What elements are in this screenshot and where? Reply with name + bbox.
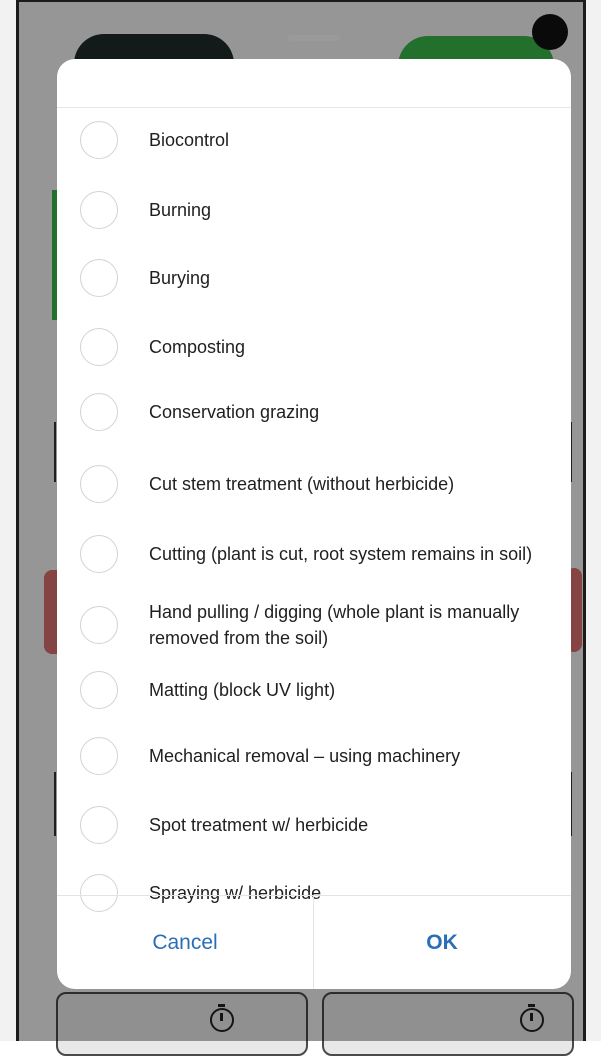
option-item-composting[interactable]: Composting bbox=[57, 319, 571, 375]
option-item-conservation-grazing[interactable]: Conservation grazing bbox=[57, 384, 571, 440]
radio-button[interactable] bbox=[80, 465, 118, 503]
app-screen: Biocontrol Burning Burying Composting Co… bbox=[0, 0, 601, 1056]
option-item-hand-pulling[interactable]: Hand pulling / digging (whole plant is m… bbox=[57, 597, 571, 653]
right-frame-edge bbox=[583, 0, 586, 1041]
option-item-cut-stem-treatment[interactable]: Cut stem treatment (without herbicide) bbox=[57, 456, 571, 512]
option-item-spot-treatment[interactable]: Spot treatment w/ herbicide bbox=[57, 797, 571, 853]
option-label: Hand pulling / digging (whole plant is m… bbox=[149, 602, 520, 648]
option-item-cutting[interactable]: Cutting (plant is cut, root system remai… bbox=[57, 526, 571, 582]
radio-button[interactable] bbox=[80, 259, 118, 297]
option-label: Burning bbox=[149, 200, 212, 220]
option-label: Biocontrol bbox=[149, 130, 230, 150]
option-item-burying[interactable]: Burying bbox=[57, 250, 571, 306]
option-label: Composting bbox=[149, 337, 246, 357]
radio-button[interactable] bbox=[80, 535, 118, 573]
ok-button[interactable]: OK bbox=[314, 896, 570, 989]
option-item-burning[interactable]: Burning bbox=[57, 182, 571, 238]
option-label: Cutting (plant is cut, root system remai… bbox=[149, 544, 533, 564]
option-label: Conservation grazing bbox=[149, 402, 320, 422]
radio-button[interactable] bbox=[80, 671, 118, 709]
dialog-button-row: Cancel OK bbox=[57, 895, 571, 989]
radio-button[interactable] bbox=[80, 606, 118, 644]
radio-button[interactable] bbox=[80, 806, 118, 844]
option-item-matting[interactable]: Matting (block UV light) bbox=[57, 662, 571, 718]
option-label: Burying bbox=[149, 268, 211, 288]
radio-button[interactable] bbox=[80, 191, 118, 229]
option-label: Mechanical removal – using machinery bbox=[149, 746, 461, 766]
cancel-button[interactable]: Cancel bbox=[57, 896, 313, 989]
treatment-picker-dialog: Biocontrol Burning Burying Composting Co… bbox=[57, 59, 571, 989]
option-label: Cut stem treatment (without herbicide) bbox=[149, 474, 455, 494]
option-item-mechanical-removal[interactable]: Mechanical removal – using machinery bbox=[57, 728, 571, 784]
sheet-drag-handle[interactable] bbox=[288, 35, 340, 41]
radio-button[interactable] bbox=[80, 393, 118, 431]
option-list[interactable]: Biocontrol Burning Burying Composting Co… bbox=[57, 107, 571, 912]
radio-button[interactable] bbox=[80, 121, 118, 159]
dialog-header bbox=[57, 59, 571, 108]
radio-button[interactable] bbox=[80, 737, 118, 775]
option-item-biocontrol[interactable]: Biocontrol bbox=[57, 112, 571, 168]
option-label: Matting (block UV light) bbox=[149, 680, 336, 700]
radio-button[interactable] bbox=[80, 328, 118, 366]
option-label: Spot treatment w/ herbicide bbox=[149, 815, 369, 835]
